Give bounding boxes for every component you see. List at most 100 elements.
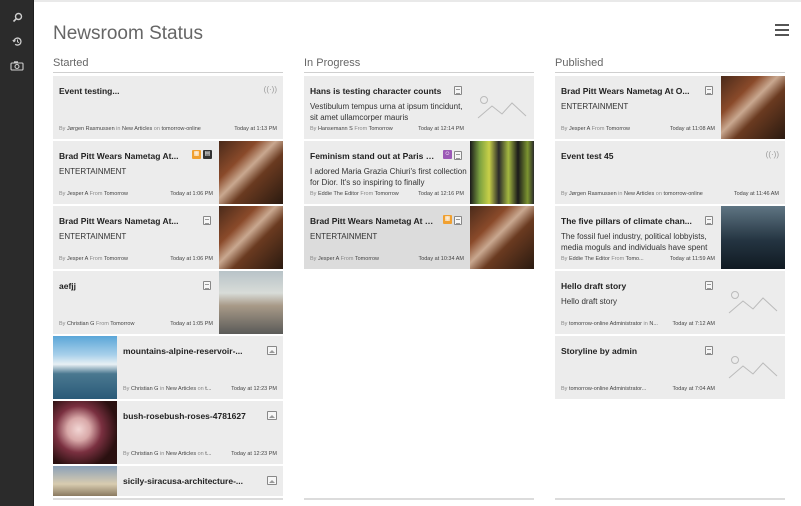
card-meta: By Eddie The Editor From Tomorrow — [310, 191, 399, 197]
image-thumbnail — [53, 466, 117, 496]
card-time: Today at 7:04 AM — [672, 386, 716, 392]
card-subtitle: Hello draft story — [561, 297, 618, 306]
column-title-published: Published — [555, 57, 604, 69]
column-title-started: Started — [53, 57, 89, 69]
card-meta: By Jørgen Rasmussen in New Articles on t… — [561, 191, 703, 197]
image-icon — [267, 411, 277, 420]
card-meta: By Jesper A From Tomorrow — [59, 256, 129, 262]
main-area: Newsroom Status Started Event testing...… — [34, 0, 801, 506]
story-card[interactable]: Brad Pitt Wears Nametag At O... ▦ ENTERT… — [304, 206, 534, 269]
search-icon — [12, 12, 22, 22]
card-title: Brad Pitt Wears Nametag At O... — [310, 216, 438, 226]
card-subtitle: The fossil fuel industry, political lobb… — [561, 232, 708, 252]
card-time: Today at 11:59 AM — [669, 256, 715, 262]
column-bottom-divider — [53, 498, 283, 500]
document-icon — [203, 281, 211, 290]
image-thumbnail — [53, 401, 117, 464]
story-card[interactable]: Brad Pitt Wears Nametag At... ENTERTAINM… — [53, 206, 283, 269]
history-icon — [11, 36, 22, 46]
card-time: Today at 1:06 PM — [170, 256, 213, 262]
column-in-progress: In Progress Hans is testing character co… — [304, 56, 534, 506]
camera-icon — [10, 60, 24, 71]
document-icon — [454, 151, 462, 160]
card-subtitle: ENTERTAINMENT — [310, 232, 378, 241]
card-time: Today at 12:14 PM — [418, 126, 464, 132]
card-title: Brad Pitt Wears Nametag At... — [59, 151, 179, 161]
story-card[interactable]: Event testing... ((·)) By Jørgen Rasmuss… — [53, 76, 283, 139]
document-icon — [454, 216, 462, 225]
image-icon — [267, 346, 277, 355]
document-icon — [705, 216, 713, 225]
placeholder-image-icon — [470, 76, 534, 139]
gallery-badge-icon: ▦ — [192, 150, 201, 159]
card-title: Brad Pitt Wears Nametag At O... — [561, 86, 690, 96]
image-card[interactable]: sicily-siracusa-architecture-... — [53, 466, 283, 496]
column-started: Started Event testing... ((·)) By Jørgen… — [53, 56, 283, 506]
card-meta: By Jørgen Rasmussen in New Articles on t… — [59, 126, 201, 132]
placeholder-image-icon — [721, 271, 785, 334]
story-card[interactable]: Event test 45 ((·)) By Jørgen Rasmussen … — [555, 141, 785, 204]
story-card[interactable]: Hello draft story Hello draft story By t… — [555, 271, 785, 334]
column-title-in-progress: In Progress — [304, 57, 361, 69]
card-time: Today at 1:05 PM — [170, 321, 213, 327]
column-bottom-divider — [304, 498, 534, 500]
image-card[interactable]: bush-rosebush-roses-4781627 By Christian… — [53, 401, 283, 464]
card-time: Today at 12:23 PM — [231, 451, 277, 457]
search-button[interactable] — [0, 6, 34, 28]
card-title: Brad Pitt Wears Nametag At... — [59, 216, 179, 226]
gallery-badge-icon: ▦ — [443, 215, 452, 224]
top-divider — [34, 0, 801, 2]
card-title: Feminism stand out at Paris Fa... — [310, 151, 438, 161]
camera-button[interactable] — [0, 54, 34, 76]
article-thumbnail — [721, 76, 785, 139]
document-icon — [705, 86, 713, 95]
card-meta: By Jesper A From Tomorrow — [310, 256, 380, 262]
card-time: Today at 1:13 PM — [234, 126, 277, 132]
card-title: The five pillars of climate chan... — [561, 216, 692, 226]
card-title: aefjj — [59, 281, 77, 291]
card-title: mountains-alpine-reservoir-... — [123, 346, 243, 356]
document-icon — [705, 346, 713, 355]
card-time: Today at 11:46 AM — [733, 191, 779, 197]
image-card[interactable]: mountains-alpine-reservoir-... By Christ… — [53, 336, 283, 399]
article-thumbnail — [721, 206, 785, 269]
column-divider — [555, 72, 785, 73]
story-card[interactable]: The five pillars of climate chan... The … — [555, 206, 785, 269]
card-title: bush-rosebush-roses-4781627 — [123, 411, 246, 421]
document-icon — [203, 216, 211, 225]
sidebar — [0, 0, 34, 506]
story-card[interactable]: Brad Pitt Wears Nametag At... ▦ ▤ ENTERT… — [53, 141, 283, 204]
card-title: Event testing... — [59, 86, 120, 96]
card-meta: By Jesper A From Tomorrow — [561, 126, 631, 132]
article-thumbnail — [470, 206, 534, 269]
story-card[interactable]: Brad Pitt Wears Nametag At O... ENTERTAI… — [555, 76, 785, 139]
story-card[interactable]: Storyline by admin By tomorrow-online Ad… — [555, 336, 785, 399]
card-subtitle: ENTERTAINMENT — [59, 167, 127, 176]
card-subtitle: ENTERTAINMENT — [59, 232, 127, 241]
card-title: Hello draft story — [561, 281, 627, 291]
card-meta: By Jesper A From Tomorrow — [59, 191, 129, 197]
document-icon — [454, 86, 462, 95]
card-subtitle: ENTERTAINMENT — [561, 102, 629, 111]
story-card[interactable]: Hans is testing character counts Vestibu… — [304, 76, 534, 139]
story-card[interactable]: aefjj By Christian G From Tomorrow Today… — [53, 271, 283, 334]
card-time: Today at 11:08 AM — [669, 126, 715, 132]
card-time: Today at 12:23 PM — [231, 386, 277, 392]
card-title: Hans is testing character counts — [310, 86, 442, 96]
card-meta: By Hansemann S From Tomorrow — [310, 126, 393, 132]
image-thumbnail — [53, 336, 117, 399]
hamburger-menu-icon[interactable] — [775, 24, 789, 36]
page-title: Newsroom Status — [53, 23, 203, 44]
card-subtitle: Vestibulum tempus urna at ipsum tincidun… — [310, 102, 463, 122]
card-meta: By Christian G in New Articles on t... — [123, 451, 212, 457]
history-button[interactable] — [0, 30, 34, 52]
card-meta: By Christian G From Tomorrow — [59, 321, 135, 327]
card-meta: By Eddie The Editor From Tomo... — [561, 256, 644, 262]
article-thumbnail — [219, 271, 283, 334]
article-thumbnail — [219, 141, 283, 204]
story-card[interactable]: Feminism stand out at Paris Fa... ☺ I ad… — [304, 141, 534, 204]
card-title: Event test 45 — [561, 151, 614, 161]
broadcast-icon: ((·)) — [263, 85, 277, 94]
card-title: sicily-siracusa-architecture-... — [123, 476, 244, 486]
card-meta: By tomorrow-online Administrator in N... — [561, 321, 658, 327]
